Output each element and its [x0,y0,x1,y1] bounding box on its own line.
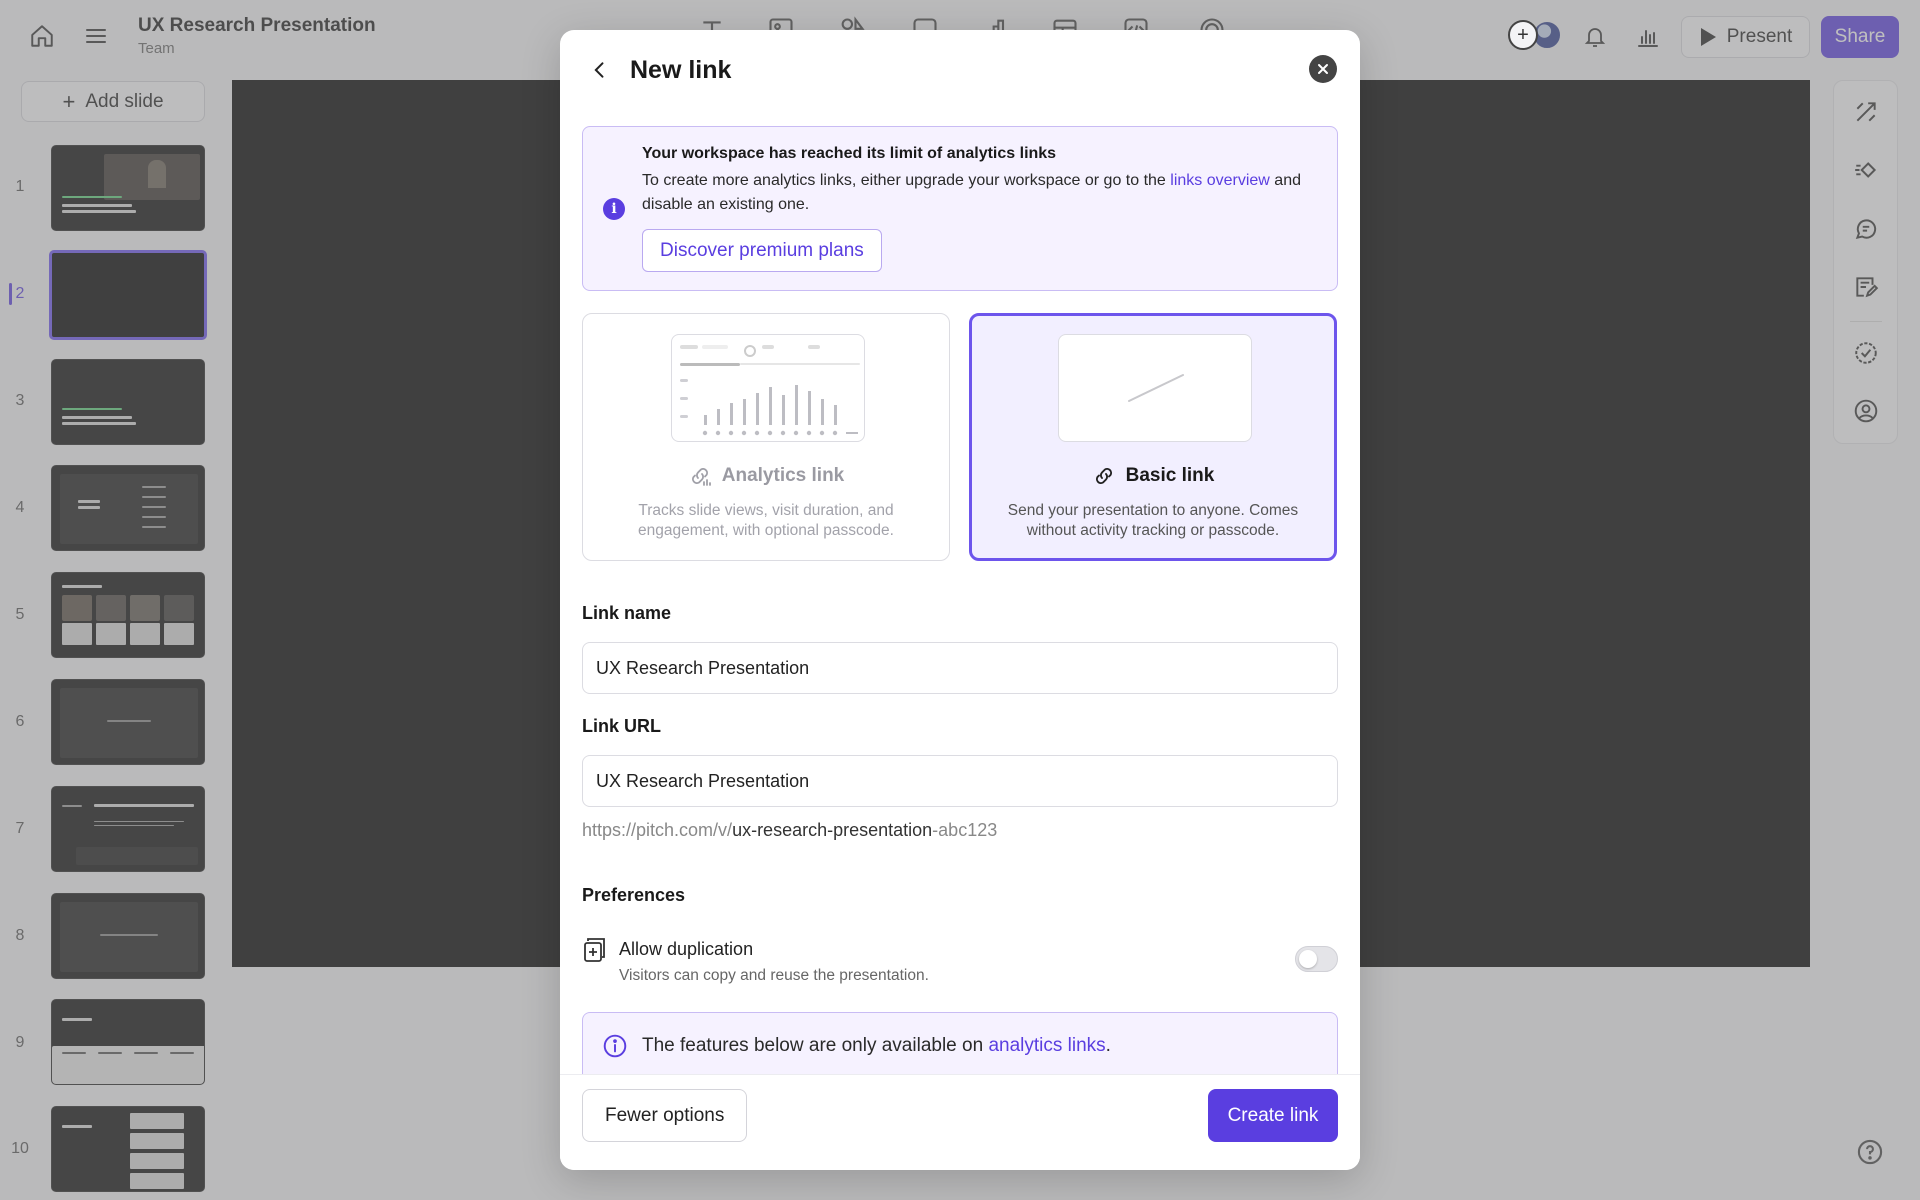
info-icon [602,1033,628,1059]
allow-duplication-toggle[interactable] [1295,946,1338,972]
allow-duplication-description: Visitors can copy and reuse the presenta… [619,967,929,984]
dialog-footer: Fewer options Create link [560,1074,1360,1170]
basic-link-label: Basic link [972,464,1334,488]
link-url-label: Link URL [582,716,661,736]
create-link-button[interactable]: Create link [1208,1089,1338,1142]
basic-preview [1058,334,1252,442]
analytics-features-text: The features below are only available on… [642,1035,1111,1057]
link-name-input[interactable] [582,642,1338,694]
chevron-left-icon [594,62,604,78]
url-slug: ux-research-presentation [732,820,933,840]
close-icon [1318,64,1328,74]
link-name-label: Link name [582,603,672,623]
info-text: The features below are only available on [642,1035,989,1056]
link-icon [1095,468,1112,484]
info-icon: i [603,198,625,220]
limit-notice: i Your workspace has reached its limit o… [582,126,1338,291]
analytics-links-link[interactable]: analytics links [988,1035,1105,1056]
link-url-input[interactable] [582,755,1338,807]
add-collaborator-icon[interactable]: + [1508,20,1538,50]
analytics-link-icon [691,468,711,486]
basic-link-option[interactable]: Basic link Send your presentation to any… [969,313,1337,561]
notice-text: To create more analytics links, either u… [642,172,1171,189]
dialog-title: New link [630,56,732,84]
analytics-link-text: Analytics link [721,465,845,486]
notice-body: To create more analytics links, either u… [642,169,1322,217]
toggle-knob [1299,950,1317,968]
url-prefix: https://pitch.com/v/ [582,820,733,840]
basic-link-description: Send your presentation to anyone. Comes … [1007,502,1299,539]
duplicate-icon [582,936,608,964]
allow-duplication-label: Allow duplication [619,939,754,959]
analytics-link-label: Analytics link [583,464,949,488]
preferences-heading: Preferences [582,885,686,905]
back-button[interactable] [582,52,618,88]
analytics-preview [671,334,865,442]
analytics-link-option[interactable]: Analytics link Tracks slide views, visit… [582,313,950,561]
url-preview: https://pitch.com/v/ux-research-presenta… [582,820,997,841]
links-overview-link[interactable]: links overview [1170,172,1270,189]
fewer-options-button[interactable]: Fewer options [582,1089,748,1142]
url-suffix: -abc123 [932,820,998,840]
discover-premium-button[interactable]: Discover premium plans [642,229,882,272]
analytics-link-description: Tracks slide views, visit duration, and … [638,502,894,539]
basic-link-text: Basic link [1125,465,1215,486]
info-text: . [1105,1035,1111,1056]
new-link-dialog: New link i Your workspace has reached it… [560,30,1360,1170]
notice-heading: Your workspace has reached its limit of … [642,145,1057,162]
close-button[interactable] [1309,55,1337,83]
